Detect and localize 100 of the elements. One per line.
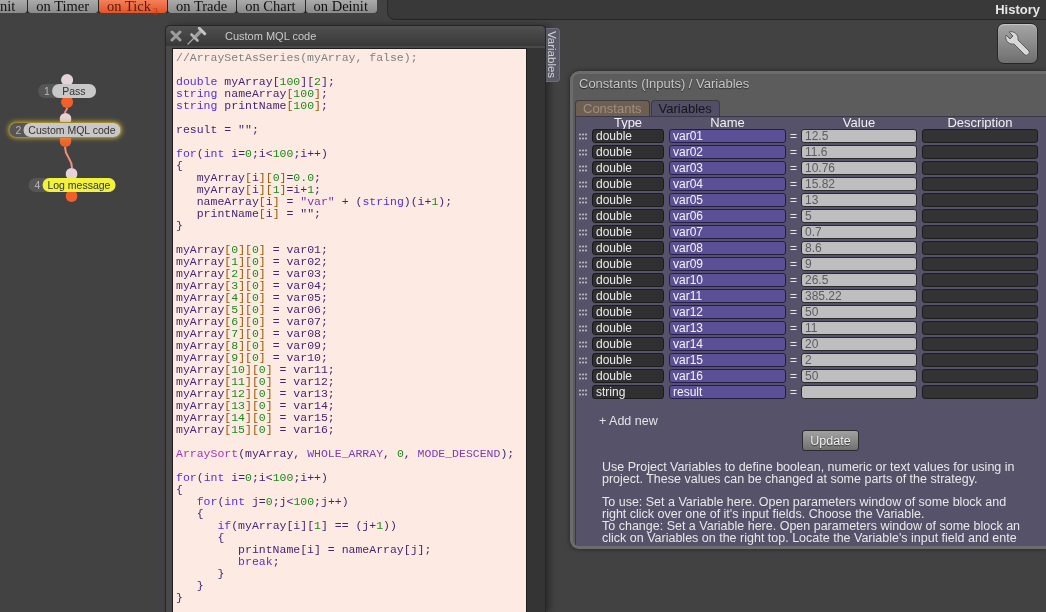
- type-field[interactable]: double: [592, 129, 664, 143]
- value-field[interactable]: 15.82: [801, 177, 917, 191]
- grip-icon[interactable]: [579, 372, 587, 380]
- name-field[interactable]: var13: [669, 321, 786, 335]
- value-field[interactable]: 50: [801, 305, 917, 319]
- event-tab[interactable]: on Chart: [237, 0, 305, 13]
- description-field[interactable]: [922, 209, 1038, 223]
- value-field[interactable]: 9: [801, 257, 917, 271]
- grip-icon[interactable]: [579, 148, 587, 156]
- name-field[interactable]: var14: [669, 337, 786, 351]
- value-field[interactable]: 50: [801, 369, 917, 383]
- type-field[interactable]: double: [592, 337, 664, 351]
- description-field[interactable]: [922, 337, 1038, 351]
- description-field[interactable]: [922, 241, 1038, 255]
- value-field[interactable]: 13: [801, 193, 917, 207]
- description-field[interactable]: [922, 369, 1038, 383]
- port-icon[interactable]: [59, 135, 71, 147]
- grip-icon[interactable]: [579, 356, 587, 364]
- value-field[interactable]: 11.6: [801, 145, 917, 159]
- name-field[interactable]: result: [669, 385, 786, 399]
- grip-icon[interactable]: [579, 324, 587, 332]
- name-field[interactable]: var07: [669, 225, 786, 239]
- flow-block[interactable]: 2 Custom MQL code: [9, 123, 121, 137]
- grip-icon[interactable]: [579, 180, 587, 188]
- type-field[interactable]: double: [592, 225, 664, 239]
- port-icon[interactable]: [66, 190, 78, 202]
- name-field[interactable]: var08: [669, 241, 786, 255]
- description-field[interactable]: [922, 305, 1038, 319]
- description-field[interactable]: [922, 145, 1038, 159]
- value-field[interactable]: 12.5: [801, 129, 917, 143]
- name-field[interactable]: var16: [669, 369, 786, 383]
- name-field[interactable]: var12: [669, 305, 786, 319]
- flow-block[interactable]: 4 Log message: [28, 178, 116, 192]
- type-field[interactable]: double: [592, 209, 664, 223]
- name-field[interactable]: var06: [669, 209, 786, 223]
- value-field[interactable]: [801, 385, 917, 399]
- grip-icon[interactable]: [579, 292, 587, 300]
- event-tab[interactable]: on Timer: [28, 0, 99, 13]
- name-field[interactable]: var04: [669, 177, 786, 191]
- grip-icon[interactable]: [579, 228, 587, 236]
- description-field[interactable]: [922, 289, 1038, 303]
- type-field[interactable]: double: [592, 193, 664, 207]
- add-new-link[interactable]: + Add new: [599, 414, 658, 428]
- type-field[interactable]: double: [592, 273, 664, 287]
- value-field[interactable]: 0.7: [801, 225, 917, 239]
- grip-icon[interactable]: [579, 308, 587, 316]
- description-field[interactable]: [922, 321, 1038, 335]
- value-field[interactable]: 2: [801, 353, 917, 367]
- wrench-button[interactable]: [997, 23, 1038, 64]
- name-field[interactable]: var10: [669, 273, 786, 287]
- type-field[interactable]: double: [592, 353, 664, 367]
- grip-icon[interactable]: [579, 276, 587, 284]
- history-button[interactable]: History: [995, 2, 1040, 17]
- description-field[interactable]: [922, 385, 1038, 399]
- scrollbar-track[interactable]: [527, 48, 545, 612]
- description-field[interactable]: [922, 161, 1038, 175]
- grip-icon[interactable]: [579, 212, 587, 220]
- type-field[interactable]: double: [592, 321, 664, 335]
- value-field[interactable]: 385.22: [801, 289, 917, 303]
- type-field[interactable]: double: [592, 161, 664, 175]
- grip-icon[interactable]: [579, 196, 587, 204]
- type-field[interactable]: double: [592, 177, 664, 191]
- value-field[interactable]: 5: [801, 209, 917, 223]
- value-field[interactable]: 8.6: [801, 241, 917, 255]
- grip-icon[interactable]: [579, 260, 587, 268]
- name-field[interactable]: var05: [669, 193, 786, 207]
- type-field[interactable]: double: [592, 145, 664, 159]
- description-field[interactable]: [922, 193, 1038, 207]
- event-tab[interactable]: on Trade: [168, 0, 237, 13]
- name-field[interactable]: var11: [669, 289, 786, 303]
- name-field[interactable]: var03: [669, 161, 786, 175]
- type-field[interactable]: double: [592, 241, 664, 255]
- close-icon[interactable]: [170, 30, 182, 42]
- description-field[interactable]: [922, 177, 1038, 191]
- grip-icon[interactable]: [579, 388, 587, 396]
- pin-icon[interactable]: [187, 27, 207, 45]
- description-field[interactable]: [922, 273, 1038, 287]
- value-field[interactable]: 10.76: [801, 161, 917, 175]
- name-field[interactable]: var01: [669, 129, 786, 143]
- event-tab[interactable]: nit: [0, 0, 28, 13]
- type-field[interactable]: double: [592, 305, 664, 319]
- type-field[interactable]: double: [592, 257, 664, 271]
- name-field[interactable]: var02: [669, 145, 786, 159]
- event-tab[interactable]: on Tick$_{3}$: [99, 0, 168, 13]
- side-tab[interactable]: Variables: [546, 28, 560, 82]
- type-field[interactable]: double: [592, 369, 664, 383]
- grip-icon[interactable]: [579, 132, 587, 140]
- value-field[interactable]: 20: [801, 337, 917, 351]
- value-field[interactable]: 26.5: [801, 273, 917, 287]
- description-field[interactable]: [922, 129, 1038, 143]
- grip-icon[interactable]: [579, 164, 587, 172]
- grip-icon[interactable]: [579, 244, 587, 252]
- flow-block[interactable]: 1 Pass: [38, 84, 96, 98]
- description-field[interactable]: [922, 257, 1038, 271]
- port-icon[interactable]: [61, 96, 73, 108]
- name-field[interactable]: var09: [669, 257, 786, 271]
- type-field[interactable]: double: [592, 289, 664, 303]
- grip-icon[interactable]: [579, 340, 587, 348]
- type-field[interactable]: string: [592, 385, 664, 399]
- event-tab[interactable]: on Deinit: [305, 0, 377, 13]
